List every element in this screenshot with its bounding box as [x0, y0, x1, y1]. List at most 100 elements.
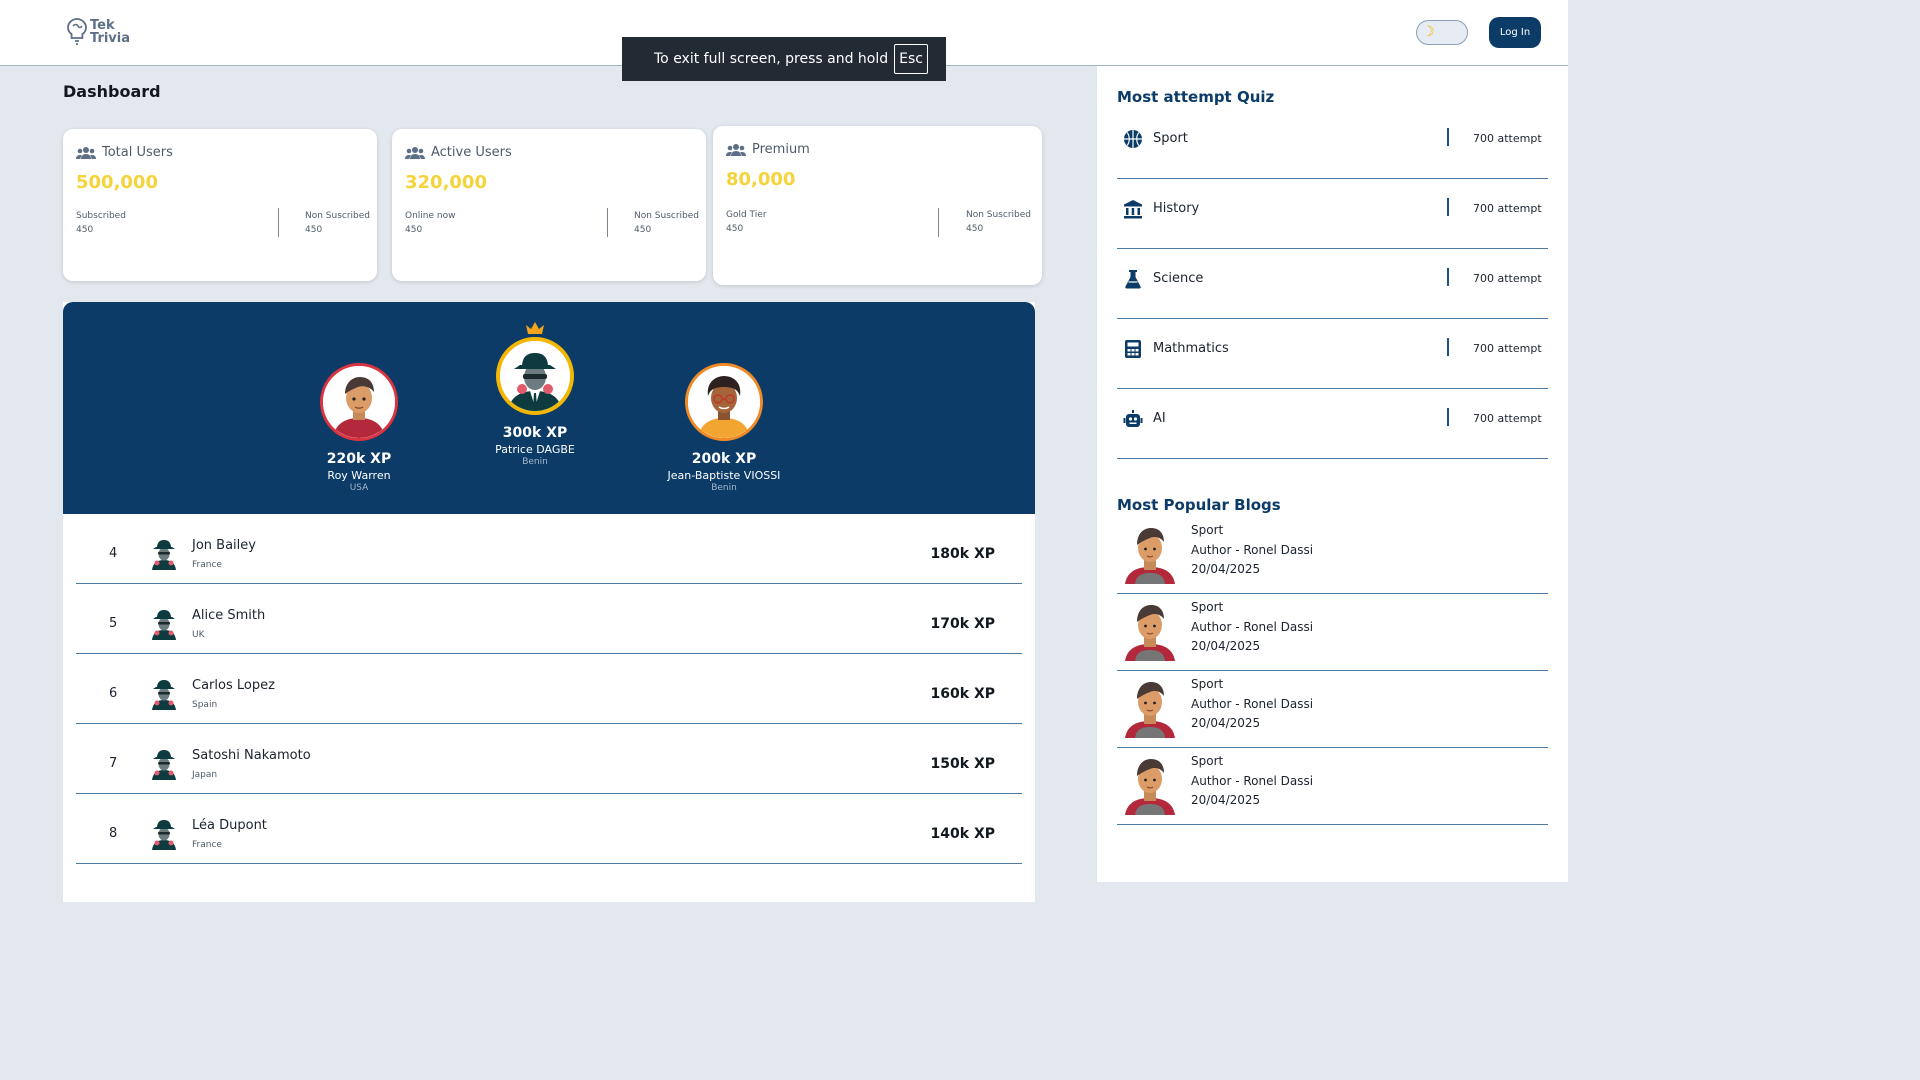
museum-icon	[1124, 200, 1142, 219]
table-row[interactable]: 5 Alice Smith UK 170k XP	[76, 584, 1022, 654]
player-name: Alice Smith	[192, 608, 266, 623]
podium-country: Benin	[711, 483, 737, 493]
stat-title: Active Users	[431, 145, 512, 160]
table-row[interactable]: 6 Carlos Lopez Spain 160k XP	[76, 654, 1022, 724]
quiz-label: Sport	[1153, 131, 1188, 146]
table-row[interactable]: 4 Jon Bailey France 180k XP	[76, 514, 1022, 584]
podium-xp: 300k XP	[502, 425, 568, 441]
moon-icon: ☽	[1422, 24, 1435, 40]
stat-value: 80,000	[726, 169, 796, 190]
stat-right-detail: Non Suscribed 450	[305, 209, 370, 237]
stat-right-detail: Non Suscribed 450	[634, 209, 699, 237]
player-name: Satoshi Nakamoto	[192, 748, 311, 763]
quiz-attempt-count: 700 attempt	[1473, 412, 1542, 425]
quiz-label: History	[1153, 201, 1200, 216]
player-name: Léa Dupont	[192, 818, 267, 833]
basketball-icon	[1124, 130, 1142, 148]
stat-left-value: 450	[726, 224, 744, 234]
rank-number: 5	[109, 616, 118, 631]
stat-right-value: 450	[634, 225, 652, 235]
theme-toggle[interactable]: ☽	[1416, 20, 1468, 45]
users-icon	[76, 146, 96, 159]
quiz-separator	[1447, 268, 1449, 286]
stat-right-label: Non Suscribed	[305, 211, 371, 221]
blog-thumbnail	[1125, 528, 1175, 584]
fullscreen-toast: To exit full screen, press and hold Esc	[622, 37, 946, 81]
rank-number: 7	[109, 756, 118, 771]
stat-left-value: 450	[405, 225, 423, 235]
leaderboard: 220k XP Roy Warren USA 300k XP Patrice D…	[63, 302, 1035, 902]
stat-card-header: Premium	[726, 142, 810, 157]
blog-item[interactable]: Sport Author - Ronel Dassi 20/04/2025	[1117, 671, 1548, 748]
blog-author: Author - Ronel Dassi	[1191, 696, 1314, 711]
blog-text: Sport Author - Ronel Dassi 20/04/2025	[1191, 752, 1313, 811]
table-row[interactable]: 7 Satoshi Nakamoto Japan 150k XP	[76, 724, 1022, 794]
stat-divider	[278, 208, 279, 237]
logo-line-2: Trivia	[90, 31, 131, 46]
avatar	[152, 820, 176, 850]
blog-author: Author - Ronel Dassi	[1191, 773, 1314, 788]
quiz-attempt-count: 700 attempt	[1473, 132, 1542, 145]
table-row[interactable]: 8 Léa Dupont France 140k XP	[76, 794, 1022, 864]
quiz-item-science[interactable]: Science 700 attempt	[1117, 249, 1548, 319]
player-country: Japan	[192, 770, 218, 780]
blog-thumbnail	[1125, 682, 1175, 738]
player-country: France	[192, 840, 222, 850]
blog-item[interactable]: Sport Author - Ronel Dassi 20/04/2025	[1117, 594, 1548, 671]
flask-icon	[1125, 270, 1141, 289]
blog-text: Sport Author - Ronel Dassi 20/04/2025	[1191, 675, 1313, 734]
quiz-item-mathematics[interactable]: Mathmatics 700 attempt	[1117, 319, 1548, 389]
stat-title: Total Users	[102, 145, 173, 160]
blog-item[interactable]: Sport Author - Ronel Dassi 20/04/2025	[1117, 517, 1548, 594]
blog-thumbnail	[1125, 759, 1175, 815]
podium-third[interactable]: 200k XP Jean-Baptiste VIOSSI Benin	[658, 363, 790, 493]
player-xp: 170k XP	[930, 616, 995, 632]
avatar	[152, 680, 176, 710]
player-name: Carlos Lopez	[192, 678, 275, 693]
blog-category: Sport	[1191, 677, 1224, 691]
stat-divider	[607, 208, 608, 237]
blog-category: Sport	[1191, 523, 1224, 537]
stat-left-value: 450	[76, 225, 94, 235]
quiz-item-ai[interactable]: AI 700 attempt	[1117, 389, 1548, 459]
player-xp: 140k XP	[930, 826, 995, 842]
stat-left-detail: Subscribed 450	[76, 209, 126, 237]
stat-right-detail: Non Suscribed 450	[966, 208, 1031, 236]
stat-value: 320,000	[405, 172, 487, 193]
quiz-separator	[1447, 338, 1449, 356]
quiz-attempt-count: 700 attempt	[1473, 272, 1542, 285]
blog-item[interactable]: Sport Author - Ronel Dassi 20/04/2025	[1117, 748, 1548, 825]
stat-right-label: Non Suscribed	[634, 211, 700, 221]
stat-right-value: 450	[966, 224, 984, 234]
fullscreen-message: To exit full screen, press and hold	[654, 51, 889, 67]
podium-second[interactable]: 220k XP Roy Warren USA	[293, 363, 425, 493]
avatar	[152, 610, 176, 640]
stat-card-header: Total Users	[76, 145, 173, 160]
app-logo[interactable]: Tek Trivia	[66, 17, 130, 47]
robot-icon	[1123, 410, 1143, 427]
quiz-separator	[1447, 408, 1449, 426]
blog-author: Author - Ronel Dassi	[1191, 619, 1314, 634]
player-xp: 150k XP	[930, 756, 995, 772]
logo-text: Tek Trivia	[90, 19, 130, 45]
quiz-item-sport[interactable]: Sport 700 attempt	[1117, 109, 1548, 179]
stat-left-label: Gold Tier	[726, 210, 767, 220]
rank-number: 6	[109, 686, 118, 701]
podium-first[interactable]: 300k XP Patrice DAGBE Benin	[469, 321, 601, 467]
quiz-separator	[1447, 128, 1449, 146]
blog-date: 20/04/2025	[1191, 793, 1261, 807]
rank-number: 8	[109, 826, 118, 841]
stat-left-detail: Gold Tier 450	[726, 208, 767, 236]
quiz-attempt-count: 700 attempt	[1473, 202, 1542, 215]
blog-thumbnail	[1125, 605, 1175, 661]
users-icon	[726, 143, 746, 156]
blog-author: Author - Ronel Dassi	[1191, 542, 1314, 557]
quiz-item-history[interactable]: History 700 attempt	[1117, 179, 1548, 249]
most-attempt-quiz-title: Most attempt Quiz	[1117, 88, 1275, 106]
podium-name: Jean-Baptiste VIOSSI	[667, 469, 781, 482]
crown-icon	[526, 322, 544, 334]
login-button[interactable]: Log In	[1489, 17, 1541, 48]
quiz-label: Mathmatics	[1153, 341, 1229, 356]
blog-date: 20/04/2025	[1191, 639, 1261, 653]
stat-right-label: Non Suscribed	[966, 210, 1032, 220]
